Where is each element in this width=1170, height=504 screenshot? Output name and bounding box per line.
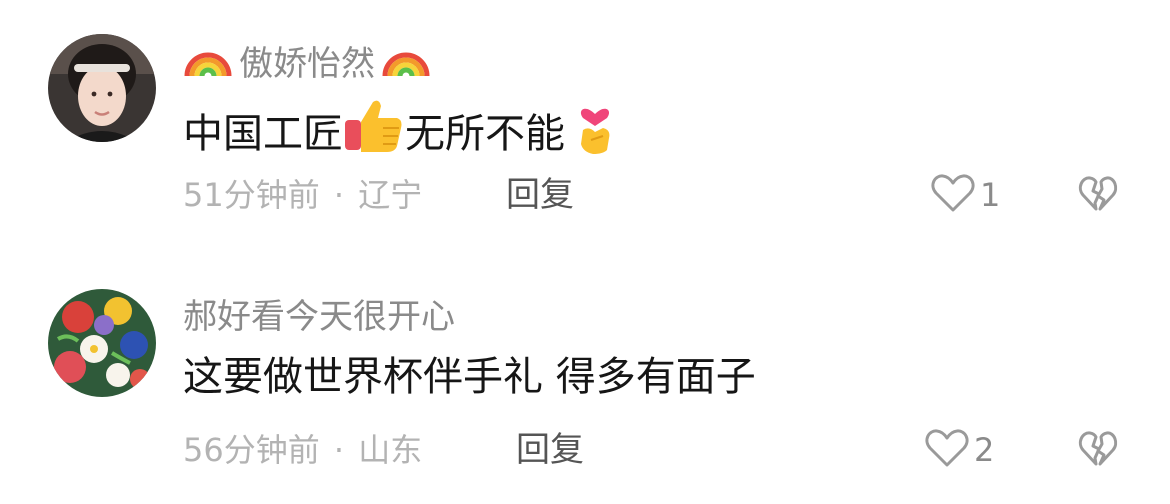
thumbs-up-icon xyxy=(343,98,405,169)
comment-meta: 56分钟前 · 山东 xyxy=(183,428,422,472)
comment-meta: 51分钟前 · 辽宁 xyxy=(183,173,422,217)
comment-text: 中国工匠 无所不能 xyxy=(183,96,617,171)
comment-location: 辽宁 xyxy=(358,176,423,214)
username-text: 郝好看今天很开心 xyxy=(183,297,455,337)
comment-text: 这要做世界杯伴手礼 得多有面子 xyxy=(183,349,756,405)
rainbow-icon xyxy=(381,38,431,89)
like-button[interactable]: 1 xyxy=(930,173,1000,217)
avatar[interactable] xyxy=(48,289,156,397)
comment-item: 郝好看今天很开心 这要做世界杯伴手礼 得多有面子 56分钟前 · 山东 回复 2 xyxy=(0,252,1170,502)
meta-separator: · xyxy=(333,176,345,214)
comment-text-part: 中国工匠 xyxy=(183,110,343,157)
avatar[interactable] xyxy=(48,34,156,142)
comment-text-part: 无所不能 xyxy=(405,110,565,157)
comment-time: 51分钟前 xyxy=(183,176,320,214)
broken-heart-icon xyxy=(1078,176,1118,217)
rainbow-icon xyxy=(183,38,233,89)
comment-text-part: 这要做世界杯伴手礼 得多有面子 xyxy=(183,354,756,400)
comment-time: 56分钟前 xyxy=(183,431,320,469)
comment-username[interactable]: 郝好看今天很开心 xyxy=(183,295,455,339)
like-count: 2 xyxy=(974,431,995,469)
meta-separator: · xyxy=(333,431,345,469)
reply-button[interactable]: 回复 xyxy=(506,173,574,217)
reply-button[interactable]: 回复 xyxy=(516,428,584,472)
dislike-button[interactable] xyxy=(1078,428,1118,472)
username-text: 傲娇怡然 xyxy=(239,43,375,84)
like-count: 1 xyxy=(980,176,1001,214)
comment-location: 山东 xyxy=(358,431,423,469)
finger-heart-icon xyxy=(573,96,617,171)
comment-item: 傲娇怡然 中国工匠 无所不能 51分钟前 · 辽宁 回复 1 xyxy=(0,0,1170,250)
broken-heart-icon xyxy=(1078,431,1118,472)
heart-outline-icon xyxy=(924,428,970,472)
like-button[interactable]: 2 xyxy=(924,428,994,472)
dislike-button[interactable] xyxy=(1078,173,1118,217)
heart-outline-icon xyxy=(930,173,976,217)
comment-username[interactable]: 傲娇怡然 xyxy=(183,38,431,89)
